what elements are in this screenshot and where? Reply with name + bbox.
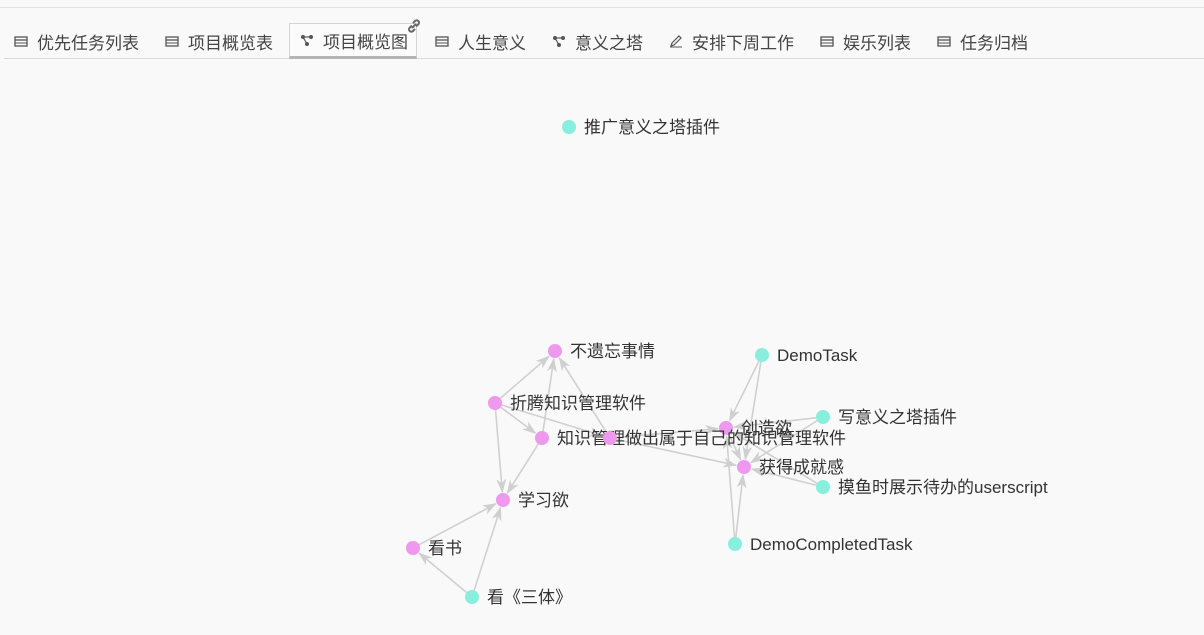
table-icon — [820, 34, 834, 48]
node-label: 写意义之塔插件 — [838, 408, 957, 427]
node-dot[interactable] — [465, 590, 479, 604]
node-dot[interactable] — [535, 431, 549, 445]
edge-zheteng-to-forget — [499, 355, 550, 400]
node-dot[interactable] — [406, 541, 420, 555]
node-dot[interactable] — [728, 537, 742, 551]
graph-node-santi[interactable]: 看《三体》 — [465, 588, 572, 607]
tab-project-overview-graph[interactable]: 项目概览图 — [289, 19, 420, 59]
edge-km-to-learn — [506, 443, 539, 495]
graph-node-forget[interactable]: 不遗忘事情 — [548, 342, 655, 361]
tab-label: 项目概览表 — [188, 33, 273, 53]
top-divider — [0, 7, 1204, 8]
graph-node-ownkm[interactable]: 做出属于自己的知识管理软件 — [603, 429, 846, 448]
tab-label: 优先任务列表 — [37, 33, 139, 53]
edge-santi-to-learn — [473, 506, 502, 591]
view-tab-bar: 优先任务列表 项目概览表 项目概览图 人生意义 意义之塔 安排下周工作 娱乐列表… — [4, 19, 1204, 59]
node-label: DemoTask — [777, 346, 858, 365]
table-icon — [14, 34, 28, 48]
tab-plan-next-week[interactable]: 安排下周工作 — [659, 24, 802, 58]
tab-task-archive[interactable]: 任务归档 — [927, 24, 1036, 58]
graph-icon — [552, 34, 566, 48]
tab-project-overview-table[interactable]: 项目概览表 — [155, 24, 281, 58]
edge-santi-to-readbook — [418, 552, 468, 594]
table-icon — [165, 34, 179, 48]
node-label: 看《三体》 — [487, 588, 572, 607]
graph-node-demotask[interactable]: DemoTask — [755, 346, 858, 365]
edge-democompleted-to-create — [722, 434, 736, 538]
graph-node-write[interactable]: 写意义之塔插件 — [816, 408, 957, 427]
graph-node-zheteng[interactable]: 折腾知识管理软件 — [488, 394, 646, 413]
tab-life-meaning[interactable]: 人生意义 — [425, 24, 534, 58]
graph-node-democompleted[interactable]: DemoCompletedTask — [728, 535, 913, 554]
node-label: 做出属于自己的知识管理软件 — [625, 429, 846, 448]
node-dot[interactable] — [737, 460, 751, 474]
node-dot[interactable] — [816, 410, 830, 424]
graph-node-moyu[interactable]: 摸鱼时展示待办的userscript — [816, 478, 1048, 497]
node-dot[interactable] — [603, 431, 617, 445]
tab-label: 项目概览图 — [323, 32, 408, 52]
graph-node-learn[interactable]: 学习欲 — [496, 491, 569, 510]
graph-edges — [418, 355, 818, 594]
node-dot[interactable] — [496, 493, 510, 507]
edge-zheteng-to-learn — [494, 409, 507, 494]
node-label: 不遗忘事情 — [570, 342, 655, 361]
edge-demotask-to-create — [728, 360, 760, 422]
tab-entertainment-list[interactable]: 娱乐列表 — [810, 24, 919, 58]
node-label: 看书 — [428, 539, 462, 558]
node-dot[interactable] — [562, 120, 576, 134]
graph-icon — [300, 33, 314, 47]
pencil-icon — [669, 34, 683, 48]
tab-label: 娱乐列表 — [843, 33, 911, 53]
tab-meaning-tower[interactable]: 意义之塔 — [542, 24, 651, 58]
project-graph-view[interactable]: 推广意义之塔插件 不遗忘事情 DemoTask 折腾知识管理软件 写意义之塔插件 创造欲知… — [0, 58, 1204, 635]
tab-label: 人生意义 — [458, 33, 526, 53]
node-label: 推广意义之塔插件 — [584, 118, 720, 137]
tab-label: 任务归档 — [960, 33, 1028, 53]
edge-democompleted-to-achieve — [735, 473, 747, 538]
node-dot[interactable] — [548, 344, 562, 358]
node-label: 折腾知识管理软件 — [510, 394, 646, 413]
tab-priority-task-list[interactable]: 优先任务列表 — [4, 24, 147, 58]
node-dot[interactable] — [755, 348, 769, 362]
node-label: 摸鱼时展示待办的userscript — [838, 478, 1048, 497]
tab-label: 意义之塔 — [575, 33, 643, 53]
node-label: 学习欲 — [518, 491, 569, 510]
graph-node-promote[interactable]: 推广意义之塔插件 — [562, 118, 720, 137]
node-dot[interactable] — [816, 480, 830, 494]
node-dot[interactable] — [488, 396, 502, 410]
node-label: DemoCompletedTask — [750, 535, 913, 554]
table-icon — [435, 34, 449, 48]
node-label: 获得成就感 — [759, 458, 844, 477]
tab-label: 安排下周工作 — [692, 33, 794, 53]
graph-canvas[interactable]: 推广意义之塔插件不遗忘事情 DemoTask折腾知识管理软件写意义之塔插件创造欲知… — [0, 58, 1204, 635]
graph-node-readbook[interactable]: 看书 — [406, 539, 462, 558]
table-icon — [937, 34, 951, 48]
graph-nodes: 推广意义之塔插件不遗忘事情 DemoTask折腾知识管理软件写意义之塔插件创造欲知… — [406, 118, 1048, 607]
link-icon[interactable] — [406, 18, 422, 34]
